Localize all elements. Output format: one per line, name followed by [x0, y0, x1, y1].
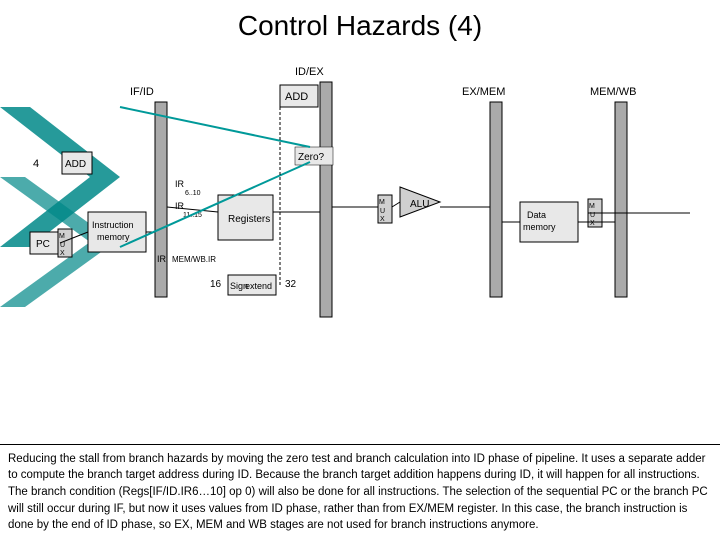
svg-text:extend: extend: [245, 281, 272, 291]
svg-text:6..10: 6..10: [185, 190, 201, 197]
svg-text:32: 32: [285, 279, 297, 290]
svg-text:ALU: ALU: [410, 199, 429, 210]
svg-text:M: M: [59, 233, 65, 240]
svg-text:Zero?: Zero?: [298, 152, 325, 163]
svg-text:ADD: ADD: [65, 159, 86, 170]
svg-text:IR: IR: [175, 201, 185, 211]
svg-text:IR: IR: [157, 254, 167, 264]
svg-text:M: M: [379, 199, 385, 206]
svg-text:memory: memory: [97, 232, 130, 242]
svg-text:X: X: [590, 220, 595, 227]
svg-text:Registers: Registers: [228, 214, 270, 225]
svg-text:Instruction: Instruction: [92, 220, 134, 230]
svg-text:MEM/WB.IR: MEM/WB.IR: [172, 255, 216, 264]
svg-text:IF/ID: IF/ID: [130, 86, 154, 98]
svg-text:U: U: [380, 208, 385, 215]
svg-text:IR: IR: [175, 179, 185, 189]
diagram-area: IF/ID ID/EX EX/MEM MEM/WB ADD Zero? PC A…: [0, 47, 720, 357]
svg-text:4: 4: [33, 158, 39, 170]
svg-text:ID/EX: ID/EX: [295, 66, 324, 78]
svg-text:MEM/WB: MEM/WB: [590, 86, 636, 98]
diagram-svg: IF/ID ID/EX EX/MEM MEM/WB ADD Zero? PC A…: [0, 47, 720, 357]
svg-text:PC: PC: [36, 239, 50, 250]
svg-text:EX/MEM: EX/MEM: [462, 86, 505, 98]
svg-text:X: X: [380, 216, 385, 223]
svg-text:Data: Data: [527, 210, 546, 220]
description-area: Reducing the stall from branch hazards b…: [0, 444, 720, 540]
svg-text:memory: memory: [523, 222, 556, 232]
svg-text:ADD: ADD: [285, 91, 308, 103]
svg-text:M: M: [589, 203, 595, 210]
description-text: Reducing the stall from branch hazards b…: [8, 451, 712, 534]
page-title: Control Hazards (4): [0, 0, 720, 47]
svg-text:X: X: [60, 250, 65, 257]
svg-text:16: 16: [210, 279, 222, 290]
